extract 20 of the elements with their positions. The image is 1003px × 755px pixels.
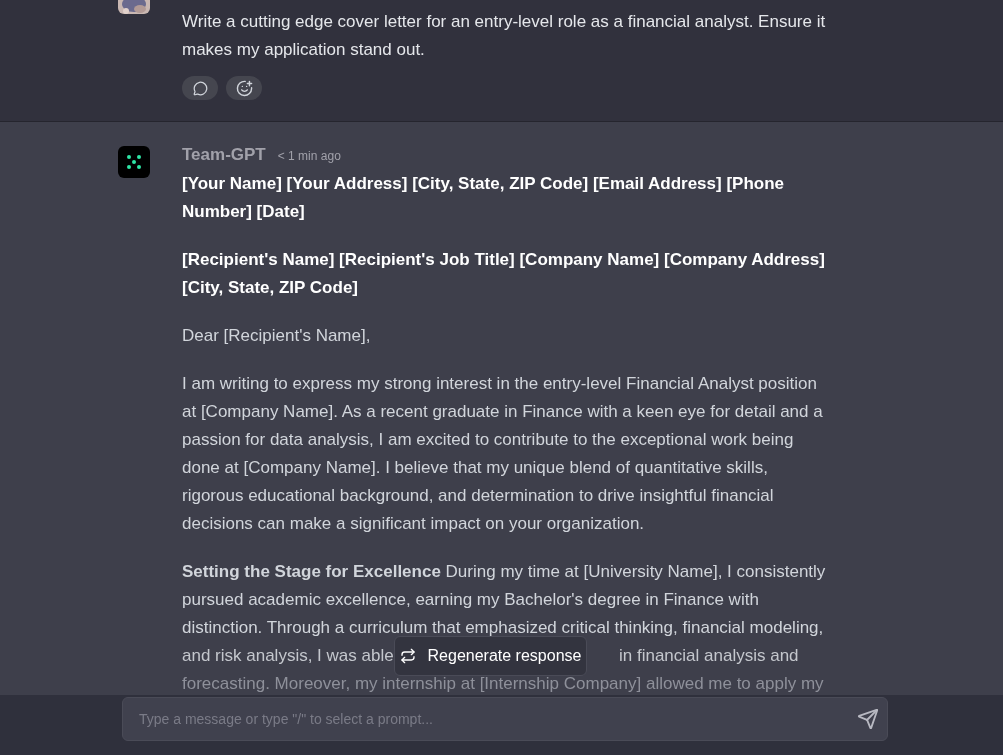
letter-paragraph: I am writing to express my strong interest in the entry-level Financial Analyst position at [Company Name]. As a recent graduate in Finance with a keen eye for detail and a passion for data analysis, I am excited to contribute to the exceptional work being done at [Company Name]. I believe that my unique blend of quantitative skills, rigorous educational background, and determination to drive insightful financial decisions can make a significant impact on your organization. bbox=[182, 373, 824, 535]
comment-icon bbox=[192, 80, 208, 96]
send-icon[interactable] bbox=[857, 708, 879, 730]
letter-heading: [Recipient's Name] [Recipient's Job Title] [Company Name] [Company Address] [City, State, ZIP Code] bbox=[182, 249, 826, 299]
timestamp: < 1 min ago bbox=[277, 148, 341, 164]
letter-text-line: in financial analysis and bbox=[619, 645, 799, 668]
logo-icon bbox=[126, 154, 142, 170]
letter-text-line: and risk analysis, I was able bbox=[182, 645, 394, 668]
letter-text-line: forecasting. Moreover, my internship at [Internship Company] allowed me to apply my bbox=[182, 673, 825, 695]
letter-heading: [Your Name] [Your Address] [City, State, ZIP Code] [Email Address] [Phone Number] [Date] bbox=[182, 173, 785, 223]
user-message: Write a cutting edge cover letter for an entry-level role as a financial analyst. Ensure it makes my application stand out. bbox=[182, 11, 827, 61]
letter-paragraph: Setting the Stage for Excellence During my time at [University Name], I consistently pursued academic excellence, earning my Bachelor's degree in Finance with distinction. Through a curriculum that emphasized critical thinking, financial modeling, bbox=[182, 561, 827, 639]
message-input[interactable]: Type a message or type "/" to select a prompt... bbox=[122, 697, 888, 741]
regenerate-button[interactable]: Regenerate response bbox=[394, 636, 587, 676]
comment-button[interactable] bbox=[182, 76, 218, 100]
letter-paragraph: Dear [Recipient's Name], bbox=[182, 325, 372, 347]
reaction-button[interactable] bbox=[226, 76, 262, 100]
sender-name: Team-GPT bbox=[182, 144, 266, 166]
repeat-icon bbox=[399, 648, 416, 664]
add-reaction-icon bbox=[235, 79, 253, 97]
